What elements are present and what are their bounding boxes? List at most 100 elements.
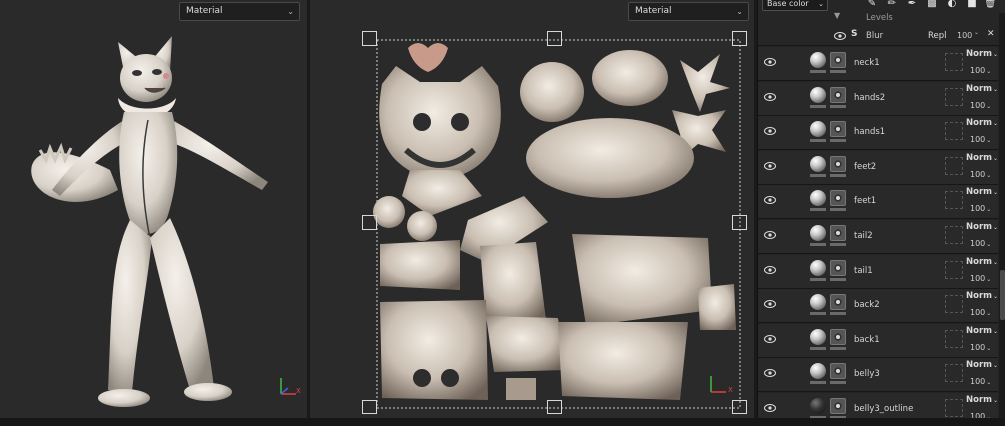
layers-panel[interactable]: Base color ⌄ ✎ ✏ ✒ ▩ ◐ ■ 🗑 ▼ Levels S Bl… (757, 0, 1005, 418)
layer-row[interactable]: hands2 Norm⌄ 100⌄ (758, 81, 998, 116)
layer-blend-mode[interactable]: Norm⌄ (966, 222, 998, 232)
layer-blend-mode[interactable]: Norm⌄ (966, 118, 998, 128)
layer-mask-slot[interactable] (945, 260, 963, 279)
eye-icon[interactable] (764, 231, 776, 239)
layer-opacity[interactable]: 100⌄ (970, 274, 991, 283)
layer-blend-mode[interactable]: Norm⌄ (966, 49, 998, 59)
layer-mask-slot[interactable] (945, 191, 963, 210)
transform-handle-bottom-left[interactable] (362, 400, 377, 414)
paint-layer-icon[interactable]: ✏ (886, 0, 898, 10)
blur-opacity[interactable]: 100 (957, 31, 972, 40)
eye-icon[interactable] (834, 32, 846, 40)
layer-opacity[interactable]: 100⌄ (970, 66, 991, 75)
layer-opacity[interactable]: 100⌄ (970, 308, 991, 317)
layer-mask-slot[interactable] (945, 295, 963, 314)
layer-row[interactable]: neck1 Norm⌄ 100⌄ (758, 47, 998, 81)
layer-mask-slot[interactable] (945, 156, 963, 175)
eye-icon[interactable] (764, 58, 776, 66)
mask-icon[interactable]: ◐ (946, 0, 958, 10)
layer-mask-thumbnail[interactable] (830, 294, 846, 311)
layer-name[interactable]: neck1 (854, 58, 880, 68)
layer-row[interactable]: hands1 Norm⌄ 100⌄ (758, 116, 998, 151)
layer-mask-thumbnail[interactable] (830, 155, 846, 172)
layer-name[interactable]: tail2 (854, 231, 873, 241)
layer-row[interactable]: feet2 Norm⌄ 100⌄ (758, 150, 998, 185)
layer-mask-slot[interactable] (945, 87, 963, 106)
layer-mask-thumbnail[interactable] (830, 225, 846, 241)
eye-icon[interactable] (764, 196, 776, 205)
transform-handle-top-mid[interactable] (547, 31, 562, 46)
layer-name[interactable]: feet2 (854, 162, 876, 172)
layer-row[interactable]: belly3 Norm⌄ 100⌄ (758, 358, 998, 393)
layer-opacity[interactable]: 100⌄ (970, 204, 991, 213)
layer-mask-thumbnail[interactable] (830, 121, 846, 138)
close-icon[interactable]: ✕ (987, 29, 995, 39)
layer-row[interactable]: tail2 Norm⌄ 100⌄ (758, 220, 998, 254)
layer-name[interactable]: tail1 (854, 266, 873, 276)
eye-icon[interactable] (764, 161, 776, 170)
layer-mask-thumbnail[interactable] (830, 363, 846, 380)
layer-blend-mode[interactable]: Norm⌄ (966, 187, 998, 197)
transform-handle-bottom-mid[interactable] (547, 400, 562, 414)
layer-name[interactable]: hands2 (854, 93, 885, 103)
transform-handle-top-left[interactable] (362, 31, 377, 46)
layer-row[interactable]: belly3_outline Norm⌄ 100⌄ (758, 393, 998, 418)
eye-icon[interactable] (764, 300, 776, 309)
layer-name[interactable]: belly3 (854, 369, 880, 379)
transform-handle-bottom-right[interactable] (732, 400, 747, 414)
eye-icon[interactable] (764, 404, 776, 412)
eye-icon[interactable] (764, 265, 776, 274)
brush-icon[interactable]: ✒ (906, 0, 918, 10)
layer-opacity[interactable]: 100⌄ (970, 377, 991, 386)
viewport-3d[interactable]: Material ⌄ X (0, 0, 307, 418)
layer-opacity[interactable]: 100⌄ (970, 343, 991, 352)
layer-name[interactable]: hands1 (854, 127, 885, 137)
layer-name[interactable]: belly3_outline (854, 404, 913, 414)
fill-bucket-icon[interactable]: ▩ (926, 0, 938, 10)
layer-opacity[interactable]: 100⌄ (970, 239, 991, 248)
channel-select[interactable]: Base color ⌄ (762, 0, 828, 11)
layer-blend-mode[interactable]: Norm⌄ (966, 326, 998, 336)
layer-row[interactable]: back2 Norm⌄ 100⌄ (758, 289, 998, 324)
layer-opacity[interactable]: 100⌄ (970, 135, 991, 144)
layer-mask-slot[interactable] (945, 364, 963, 383)
layer-mask-slot[interactable] (945, 226, 963, 244)
layer-mask-thumbnail[interactable] (830, 86, 846, 103)
layer-row[interactable]: tail1 Norm⌄ 100⌄ (758, 254, 998, 289)
layer-row[interactable]: back1 Norm⌄ 100⌄ (758, 323, 998, 358)
scrollbar-track[interactable] (999, 13, 1005, 418)
layer-blend-mode[interactable]: Norm⌄ (966, 84, 998, 94)
layer-blend-mode[interactable]: Norm⌄ (966, 395, 998, 405)
eye-icon[interactable] (764, 127, 776, 136)
eye-icon[interactable] (764, 92, 776, 101)
layer-name[interactable]: feet1 (854, 196, 876, 206)
folder-icon[interactable]: ■ (966, 0, 978, 10)
viewport-2d[interactable]: Material ⌄ X (310, 0, 756, 418)
layer-row[interactable]: feet1 Norm⌄ 100⌄ (758, 185, 998, 220)
blur-blend-mode[interactable]: Repl (928, 31, 947, 41)
layer-opacity[interactable]: 100⌄ (970, 170, 991, 179)
layer-mask-slot[interactable] (945, 122, 963, 141)
scrollbar-thumb[interactable] (1000, 270, 1005, 320)
layer-mask-thumbnail[interactable] (830, 52, 846, 68)
layer-mask-slot[interactable] (945, 53, 963, 71)
layer-name[interactable]: back2 (854, 300, 880, 310)
layer-opacity[interactable]: 100⌄ (970, 101, 991, 110)
layer-name[interactable]: back1 (854, 335, 880, 345)
layer-blend-mode[interactable]: Norm⌄ (966, 153, 998, 163)
layer-mask-thumbnail[interactable] (830, 398, 846, 414)
delete-icon[interactable]: 🗑 (984, 0, 997, 10)
fill-layer-icon[interactable]: ✎ (866, 0, 878, 10)
layer-mask-slot[interactable] (945, 329, 963, 348)
layer-mask-slot[interactable] (945, 399, 963, 417)
layer-blend-mode[interactable]: Norm⌄ (966, 257, 998, 267)
transform-handle-mid-left[interactable] (362, 215, 377, 230)
layer-blend-mode[interactable]: Norm⌄ (966, 360, 998, 370)
layer-blend-mode[interactable]: Norm⌄ (966, 291, 998, 301)
eye-icon[interactable] (764, 334, 776, 343)
eye-icon[interactable] (764, 369, 776, 378)
transform-handle-top-right[interactable] (732, 31, 747, 46)
layer-mask-thumbnail[interactable] (830, 328, 846, 345)
transform-handle-mid-right[interactable] (732, 215, 747, 230)
effect-row-blur[interactable]: S Blur Repl 100 ⌄ ✕ (758, 26, 1005, 46)
